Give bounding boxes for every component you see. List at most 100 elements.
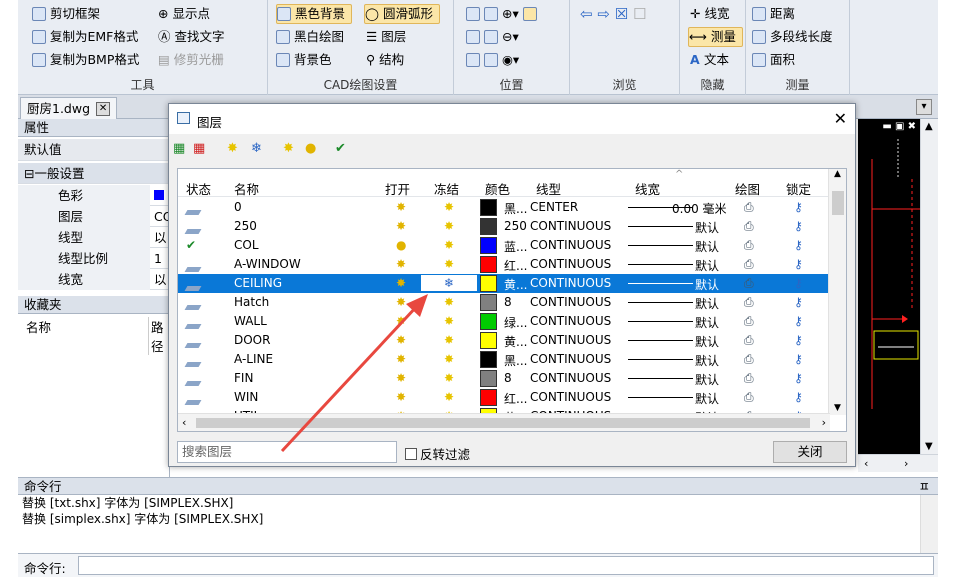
current-layer-check-icon[interactable]: ✔ xyxy=(186,238,196,252)
find-text-button[interactable]: Ⓐ 查找文字 xyxy=(158,27,225,47)
layer-color-swatch[interactable] xyxy=(480,332,497,349)
apply-check-icon[interactable]: ✔ xyxy=(335,141,346,156)
new-layer-icon[interactable]: ▦ xyxy=(173,141,185,156)
layer-row[interactable]: 0 ✸ ✸ 黑... CENTER 0.00 毫米 ⎙ ⚷ xyxy=(178,198,830,217)
distance-button[interactable]: 距离 xyxy=(752,4,795,24)
command-input[interactable] xyxy=(78,556,934,575)
layer-name[interactable]: 250 xyxy=(234,219,257,233)
layer-lineweight[interactable]: 默认 xyxy=(695,314,719,331)
layer-lineweight[interactable]: 默认 xyxy=(695,333,719,350)
layer-row[interactable]: CEILING ✸ ❄ 黄... CONTINUOUS 默认 ⎙ ⚷ xyxy=(178,274,830,293)
trim-raster-button[interactable]: ▤ 修剪光栅 xyxy=(158,50,224,70)
layer-plot-icon[interactable]: ⎙ xyxy=(744,390,754,405)
smooth-arc-button[interactable]: ◯ 圆滑弧形 xyxy=(364,4,440,24)
layer-color-swatch[interactable] xyxy=(480,218,497,235)
layer-freeze-icon[interactable]: ✸ xyxy=(444,295,454,309)
layer-row[interactable]: A-WINDOW ✸ ✸ 红... CONTINUOUS 默认 ⎙ ⚷ xyxy=(178,255,830,274)
layer-status-icon[interactable] xyxy=(184,375,202,389)
layer-status-icon[interactable] xyxy=(184,318,202,332)
layer-name[interactable]: A-WINDOW xyxy=(234,257,301,271)
close-button[interactable]: 关闭 xyxy=(773,441,847,463)
layer-lock-icon[interactable]: ⚷ xyxy=(794,333,803,347)
layer-lock-icon[interactable]: ⚷ xyxy=(794,352,803,366)
header-status[interactable]: 状态 xyxy=(186,179,211,198)
layer-status-icon[interactable] xyxy=(184,261,202,275)
scroll-thumb[interactable] xyxy=(832,191,844,215)
layer-color-swatch[interactable] xyxy=(480,370,497,387)
layer-plot-icon[interactable]: ⎙ xyxy=(744,257,754,272)
header-on[interactable]: 打开 xyxy=(385,179,410,198)
layer-vertical-scrollbar[interactable]: ▲ ▼ xyxy=(828,169,846,415)
thaw-all-icon[interactable]: ✸ xyxy=(283,141,294,156)
layer-lock-icon[interactable]: ⚷ xyxy=(794,238,803,252)
layer-lineweight[interactable]: 默认 xyxy=(695,219,719,236)
layer-plot-icon[interactable]: ⎙ xyxy=(744,276,754,291)
bulb-icon[interactable]: ● xyxy=(305,141,316,156)
layer-lineweight[interactable]: 0.00 毫米 xyxy=(672,200,727,217)
layer-lock-icon[interactable]: ⚷ xyxy=(794,200,803,214)
layer-freeze-icon[interactable]: ✸ xyxy=(444,314,454,328)
layer-row[interactable]: 250 ✸ ✸ 250 CONTINUOUS 默认 ⎙ ⚷ xyxy=(178,217,830,236)
layer-name[interactable]: CEILING xyxy=(234,276,282,290)
show-points-button[interactable]: ⊕ 显示点 xyxy=(158,4,210,24)
layer-status-icon[interactable] xyxy=(184,337,202,351)
black-background-button[interactable]: 黑色背景 xyxy=(276,4,352,24)
layer-status-icon[interactable] xyxy=(184,394,202,408)
layer-status-icon[interactable] xyxy=(184,299,202,313)
layer-linetype[interactable]: CONTINUOUS xyxy=(530,276,611,290)
structure-button[interactable]: ⚲ 结构 xyxy=(366,50,404,70)
scroll-down-icon[interactable]: ▼ xyxy=(834,403,841,413)
layer-freeze-icon[interactable]: ✸ xyxy=(444,219,454,233)
header-freeze[interactable]: 冻结 xyxy=(434,179,459,198)
layer-linetype[interactable]: CONTINUOUS xyxy=(530,238,611,252)
layer-linetype[interactable]: CONTINUOUS xyxy=(530,371,611,385)
document-tab[interactable]: 厨房1.dwg ✕ xyxy=(20,97,118,119)
prop-row[interactable]: 图层 CO xyxy=(18,206,170,227)
layer-lock-icon[interactable]: ⚷ xyxy=(794,390,803,404)
layer-lineweight[interactable]: 默认 xyxy=(695,238,719,255)
cut-frame-button[interactable]: 剪切框架 xyxy=(32,4,100,24)
layer-freeze-icon[interactable]: ✸ xyxy=(444,333,454,347)
layer-status-icon[interactable] xyxy=(184,223,202,237)
header-linetype[interactable]: 线型 xyxy=(536,179,561,198)
favorites-col-path[interactable]: 路径 xyxy=(148,317,170,355)
layer-row[interactable]: WIN ✸ ✸ 红... CONTINUOUS 默认 ⎙ ⚷ xyxy=(178,388,830,407)
layer-name[interactable]: WALL xyxy=(234,314,267,328)
area-button[interactable]: 面积 xyxy=(752,50,795,70)
layer-linetype[interactable]: CONTINUOUS xyxy=(530,219,611,233)
layer-on-icon[interactable]: ● xyxy=(396,238,406,252)
layer-name[interactable]: Hatch xyxy=(234,295,269,309)
layer-search-input[interactable]: 搜索图层 xyxy=(177,441,397,463)
layer-lock-icon[interactable]: ⚷ xyxy=(794,257,803,271)
copy-bmp-button[interactable]: 复制为BMP格式 xyxy=(32,50,139,70)
layer-lineweight[interactable]: 默认 xyxy=(695,390,719,407)
dialog-close-icon[interactable]: ✕ xyxy=(834,109,847,128)
layer-color-swatch[interactable] xyxy=(480,275,497,292)
text-toggle[interactable]: A 文本 xyxy=(690,50,729,70)
layer-linetype[interactable]: CONTINUOUS xyxy=(530,257,611,271)
layer-row[interactable]: DOOR ✸ ✸ 黄... CONTINUOUS 默认 ⎙ ⚷ xyxy=(178,331,830,350)
copy-emf-button[interactable]: 复制为EMF格式 xyxy=(32,27,138,47)
scroll-up-icon[interactable]: ▲ xyxy=(925,121,933,132)
command-scrollbar[interactable] xyxy=(920,495,938,553)
layer-on-icon[interactable]: ✸ xyxy=(396,200,406,214)
prop-row[interactable]: 线型以 xyxy=(18,227,170,248)
layer-on-icon[interactable]: ✸ xyxy=(396,276,406,290)
header-name[interactable]: 名称 xyxy=(234,179,259,198)
layer-name[interactable]: COL xyxy=(234,238,259,252)
position-tools-row1[interactable]: ⊕▾ xyxy=(466,4,537,24)
layer-linetype[interactable]: CONTINUOUS xyxy=(530,295,611,309)
layer-lock-icon[interactable]: ⚷ xyxy=(794,371,803,385)
pin-icon[interactable]: ㅍ xyxy=(918,478,930,495)
layer-row[interactable]: Hatch ✸ ✸ 8 CONTINUOUS 默认 ⎙ ⚷ xyxy=(178,293,830,312)
layer-color-swatch[interactable] xyxy=(480,351,497,368)
close-tab-icon[interactable]: ✕ xyxy=(96,101,111,116)
measure-toggle[interactable]: ⟷ 测量 xyxy=(688,27,743,47)
layer-on-icon[interactable]: ✸ xyxy=(396,219,406,233)
layer-lock-icon[interactable]: ⚷ xyxy=(794,276,803,290)
prop-row[interactable]: 色彩 xyxy=(18,185,170,206)
layer-freeze-icon[interactable]: ✸ xyxy=(444,352,454,366)
layer-lineweight[interactable]: 默认 xyxy=(695,257,719,274)
layer-plot-icon[interactable]: ⎙ xyxy=(744,238,754,253)
header-lock[interactable]: 锁定 xyxy=(786,179,811,198)
